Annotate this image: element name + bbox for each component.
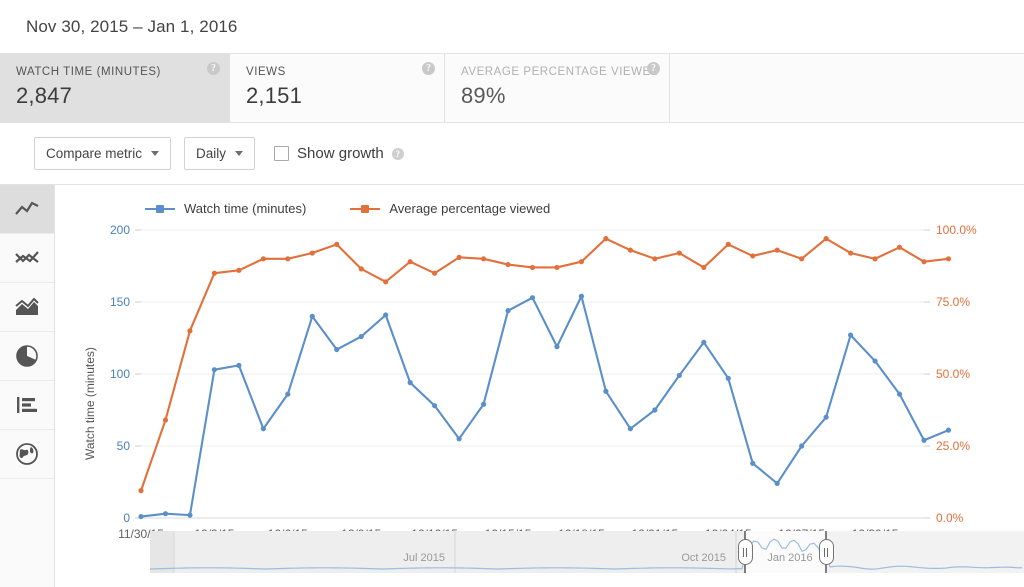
- chart-body: Watch time (minutes) Average percentage …: [0, 185, 1024, 587]
- compare-metric-label: Compare metric: [46, 146, 143, 161]
- chevron-down-icon: [151, 151, 160, 156]
- svg-text:0.0%: 0.0%: [936, 511, 964, 525]
- metric-card-average-percentage-viewed[interactable]: AVERAGE PERCENTAGE VIEWED 89% ?: [445, 54, 670, 122]
- svg-text:200: 200: [110, 223, 130, 237]
- svg-text:150: 150: [110, 295, 130, 309]
- metric-label: WATCH TIME (MINUTES): [16, 66, 161, 78]
- chevron-down-icon: [235, 151, 244, 156]
- pie-chart-icon: [15, 344, 39, 368]
- date-range-text: Nov 30, 2015 – Jan 1, 2016: [26, 16, 238, 36]
- svg-text:25.0%: 25.0%: [936, 439, 970, 453]
- help-icon[interactable]: ?: [647, 62, 660, 75]
- chart-svg: 0501001502000.0%25.0%50.0%75.0%100.0%11/…: [110, 223, 977, 541]
- svg-text:100: 100: [110, 367, 130, 381]
- chart-type-rail: [0, 185, 55, 587]
- compare-metric-dropdown[interactable]: Compare metric: [34, 137, 172, 170]
- interval-dropdown[interactable]: Daily: [184, 137, 256, 170]
- metric-label: VIEWS: [246, 66, 286, 78]
- metric-cards-strip: WATCH TIME (MINUTES) 2,847 ? VIEWS 2,151…: [0, 53, 1024, 123]
- bar-chart-icon: [15, 395, 39, 415]
- metric-value: 2,151: [246, 83, 303, 108]
- chart-type-line-chart[interactable]: [0, 185, 54, 234]
- metric-label: AVERAGE PERCENTAGE VIEWED: [461, 66, 660, 78]
- svg-text:Oct 2015: Oct 2015: [681, 552, 726, 564]
- geo-map-icon: [15, 442, 39, 466]
- metric-strip-filler: [670, 54, 1024, 122]
- chart-type-bar-chart[interactable]: [0, 381, 54, 430]
- svg-text:0: 0: [123, 511, 130, 525]
- chart-type-stacked-area-chart[interactable]: [0, 283, 54, 332]
- grip-icon: [743, 547, 747, 557]
- help-icon[interactable]: ?: [422, 62, 435, 75]
- svg-text:Jul 2015: Jul 2015: [403, 552, 445, 564]
- range-handle-left[interactable]: [737, 539, 753, 565]
- svg-text:50: 50: [117, 439, 131, 453]
- help-icon[interactable]: ?: [391, 147, 404, 160]
- metric-value: 2,847: [16, 83, 73, 108]
- metric-card-views[interactable]: VIEWS 2,151 ?: [230, 54, 445, 122]
- range-handle-right[interactable]: [818, 539, 834, 565]
- svg-text:100.0%: 100.0%: [936, 223, 977, 237]
- metric-value: 89%: [461, 83, 506, 108]
- range-selector-svg: Jul 2015 Oct 2015 Jan 2016: [150, 531, 1024, 573]
- help-icon[interactable]: ?: [207, 62, 220, 75]
- range-selector[interactable]: Jul 2015 Oct 2015 Jan 2016: [150, 531, 1024, 573]
- chart-toolbar: Compare metric Daily Show growth ?: [0, 123, 1024, 185]
- grip-icon: [824, 547, 828, 557]
- show-growth-label: Show growth: [297, 145, 384, 162]
- chart-type-multiline-chart[interactable]: [0, 234, 54, 283]
- show-growth-control: Show growth ?: [274, 145, 404, 162]
- chart-type-geo-map[interactable]: [0, 430, 54, 479]
- interval-label: Daily: [196, 146, 227, 161]
- line-chart-icon: [14, 199, 40, 219]
- svg-text:Jan 2016: Jan 2016: [767, 552, 812, 564]
- date-range-header: Nov 30, 2015 – Jan 1, 2016: [0, 0, 1024, 53]
- chart-plot-area: Watch time (minutes) Average percentage …: [55, 185, 1024, 587]
- svg-text:75.0%: 75.0%: [936, 295, 970, 309]
- stacked-area-chart-icon: [14, 297, 40, 317]
- svg-text:50.0%: 50.0%: [936, 367, 970, 381]
- metric-card-watch-time[interactable]: WATCH TIME (MINUTES) 2,847 ?: [0, 54, 230, 122]
- chart-type-pie-chart[interactable]: [0, 332, 54, 381]
- show-growth-checkbox[interactable]: [274, 146, 290, 161]
- multiline-chart-icon: [14, 248, 40, 268]
